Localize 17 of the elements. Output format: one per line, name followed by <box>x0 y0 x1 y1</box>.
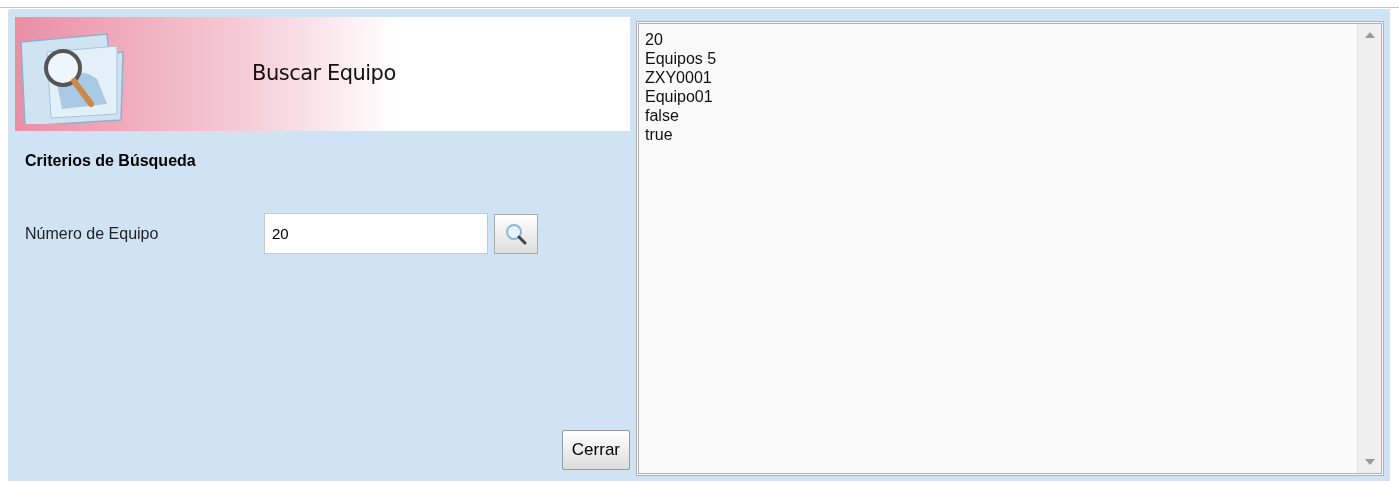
dialog-title: Buscar Equipo <box>252 60 396 88</box>
output-line: Equipo01 <box>645 87 713 106</box>
search-button[interactable] <box>494 213 538 254</box>
scrollbar[interactable] <box>1357 24 1381 473</box>
output-line: ZXY0001 <box>645 68 712 87</box>
field-label: Número de Equipo <box>25 223 160 244</box>
close-button[interactable]: Cerrar <box>561 430 630 470</box>
scroll-up-icon[interactable] <box>1364 32 1375 38</box>
scroll-down-icon[interactable] <box>1364 459 1375 465</box>
output-line: Equipos 5 <box>645 49 717 68</box>
search-icon <box>504 221 528 246</box>
input-field[interactable]: 20 <box>264 213 488 254</box>
output-line: false <box>645 106 679 125</box>
output-line: true <box>645 125 673 144</box>
section-title: Criterios de Búsqueda <box>25 151 197 171</box>
output-line: 20 <box>645 30 663 49</box>
output-textarea[interactable]: 20 Equipos 5 ZXY0001 Equipo01 false true <box>636 21 1384 476</box>
